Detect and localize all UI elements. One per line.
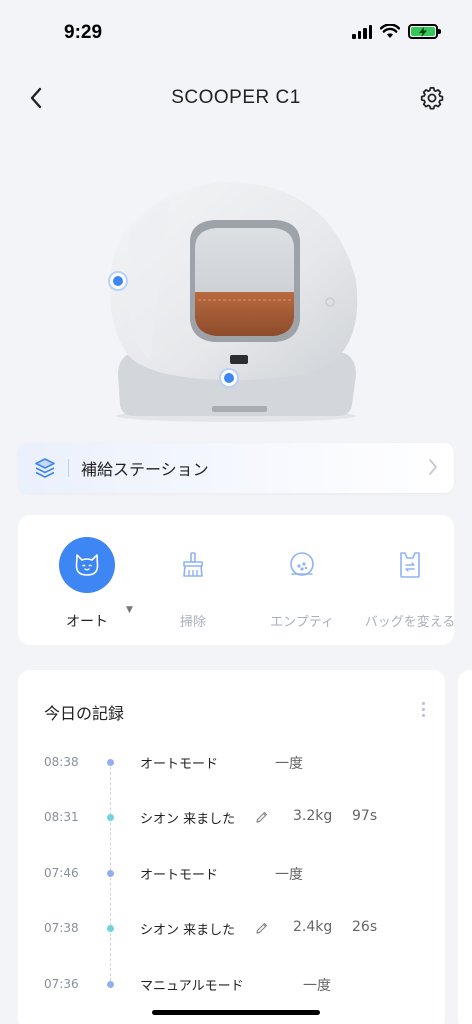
record-event: オートモード: [140, 868, 219, 883]
record-row[interactable]: 08:31 シオン 来ました 3.2kg 97s: [18, 808, 445, 828]
mode-auto-button[interactable]: オート: [37, 537, 137, 631]
record-row[interactable]: 08:38 オートモード 一度: [18, 753, 445, 773]
record-weight: 3.2kg: [293, 808, 333, 824]
mode-auto-circle: [59, 537, 115, 593]
record-weight: 2.4kg: [293, 919, 333, 935]
mode-selector-card: オート ▼ 掃除 エンプティ バッグを変える: [18, 515, 455, 645]
settings-button[interactable]: [416, 82, 448, 114]
record-event: シオン 来ました: [140, 923, 236, 938]
cat-icon: [75, 554, 99, 576]
mode-dropdown-caret-icon[interactable]: ▼: [126, 605, 133, 615]
status-icons: [352, 24, 441, 39]
supply-station-button[interactable]: 補給ステーション: [18, 443, 454, 493]
record-event: オートモード: [140, 757, 219, 772]
records-title: 今日の記録: [44, 704, 125, 723]
mode-clean-button[interactable]: 掃除: [143, 537, 243, 630]
record-duration: 97s: [352, 808, 378, 824]
mode-change-bag-circle: [382, 537, 438, 593]
record-detail: 一度: [275, 756, 303, 772]
record-time: 08:38: [44, 755, 79, 769]
bag-swap-icon: [400, 552, 420, 578]
record-time: 08:31: [44, 810, 79, 824]
battery-icon: [408, 24, 441, 39]
mode-change-bag-button[interactable]: バッグを変える: [360, 537, 460, 630]
broom-icon: [183, 552, 203, 577]
mode-clean-label: 掃除: [179, 615, 206, 630]
record-time: 07:38: [44, 921, 79, 935]
timeline-dot: [107, 814, 114, 821]
timeline-dot: [107, 981, 114, 988]
record-duration: 26s: [352, 919, 378, 935]
timeline-dot: [107, 870, 114, 877]
record-row[interactable]: 07:38 シオン 来ました 2.4kg 26s: [18, 919, 445, 939]
more-menu-icon[interactable]: [422, 702, 425, 717]
mode-change-bag-label: バッグを変える: [364, 615, 456, 630]
divider: [68, 459, 69, 477]
page-title: SCOOPER C1: [171, 87, 301, 108]
layers-icon: [35, 458, 55, 478]
chevron-right-icon: [429, 459, 437, 475]
nav-bar: SCOOPER C1: [0, 76, 472, 120]
device-illustration: [0, 160, 472, 430]
gear-icon: [420, 86, 444, 110]
home-indicator[interactable]: [152, 1010, 320, 1015]
timeline-dot: [107, 925, 114, 932]
litter-bowl-icon: [290, 552, 314, 576]
cellular-signal-icon: [352, 24, 372, 39]
mode-auto-label: オート: [66, 614, 108, 630]
wifi-icon: [380, 24, 400, 38]
mode-empty-label: エンプティ: [270, 615, 334, 630]
mode-empty-circle: [274, 537, 330, 593]
record-detail: 一度: [275, 867, 303, 883]
record-time: 07:46: [44, 866, 79, 880]
supply-station-label: 補給ステーション: [81, 460, 209, 479]
status-time: 9:29: [64, 22, 103, 43]
edit-pencil-icon[interactable]: [255, 921, 269, 935]
record-time: 07:36: [44, 977, 79, 991]
status-bar: 9:29: [0, 0, 472, 70]
record-row[interactable]: 07:36 マニュアルモード 一度: [18, 975, 445, 995]
mode-clean-circle: [165, 537, 221, 593]
record-detail: 一度: [303, 978, 331, 994]
record-event: シオン 来ました: [140, 812, 236, 827]
today-records-card: 今日の記録 08:38 オートモード 一度 08:31 シオン 来ました 3.2…: [18, 670, 445, 1024]
timeline-dot: [107, 759, 114, 766]
mode-empty-button[interactable]: エンプティ: [252, 537, 352, 630]
record-row[interactable]: 07:46 オートモード 一度: [18, 864, 445, 884]
edit-pencil-icon[interactable]: [255, 810, 269, 824]
next-card-peek[interactable]: [458, 670, 472, 1024]
record-event: マニュアルモード: [140, 979, 244, 994]
